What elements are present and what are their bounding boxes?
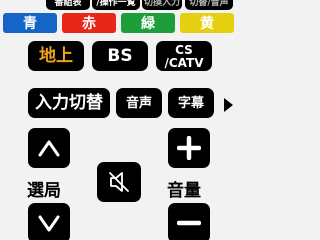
green-key[interactable]: 緑 [121, 13, 175, 33]
program-guide-label: 番組表 [54, 0, 82, 8]
red-key[interactable]: 赤 [62, 13, 116, 33]
bs-button[interactable]: BS [92, 41, 148, 71]
input-switch-small-button[interactable]: 切換入力 [142, 0, 182, 10]
terrestrial-label: 地上 [39, 45, 73, 66]
green-key-label: 緑 [141, 16, 155, 32]
subtitles-label: 字幕 [177, 95, 204, 111]
mute-icon [109, 172, 129, 192]
blue-key-label: 青 [23, 16, 37, 32]
operation-list-button[interactable]: /操作一覧 [92, 0, 140, 10]
program-guide-button[interactable]: 番組表 [46, 0, 90, 10]
catv-label: /CATV [164, 55, 204, 70]
input-switch-button[interactable]: 入力切替 [28, 88, 110, 118]
surround-label: 切替/音声 [189, 0, 229, 8]
volume-down-button[interactable] [168, 203, 210, 240]
cs-catv-button[interactable]: CS /CATV [156, 41, 212, 71]
bs-label: BS [107, 45, 133, 66]
terrestrial-button[interactable]: 地上 [28, 41, 84, 71]
plus-icon [177, 136, 201, 160]
subtitles-button[interactable]: 字幕 [168, 88, 214, 118]
audio-button[interactable]: 音声 [116, 88, 162, 118]
blue-key[interactable]: 青 [3, 13, 57, 33]
volume-up-button[interactable] [168, 128, 210, 168]
channel-down-button[interactable] [28, 203, 70, 240]
audio-label: 音声 [125, 95, 152, 111]
input-switch-label: 入力切替 [35, 92, 103, 113]
next-page-arrow-icon[interactable] [224, 98, 233, 112]
mute-button[interactable] [97, 162, 141, 202]
remote-screen: 番組表 /操作一覧 切換入力 切替/音声 青 赤 緑 黄 地上 BS CS /C… [0, 0, 240, 240]
channel-up-button[interactable] [28, 128, 70, 168]
chevron-down-icon [38, 215, 60, 232]
red-key-label: 赤 [82, 16, 96, 32]
operation-list-label: /操作一覧 [96, 0, 136, 8]
surround-button[interactable]: 切替/音声 [185, 0, 233, 10]
yellow-key-label: 黄 [200, 16, 214, 32]
volume-label: 音量 [167, 181, 201, 201]
channel-label: 選局 [27, 181, 61, 201]
yellow-key[interactable]: 黄 [180, 13, 234, 33]
input-switch-small-label: 切換入力 [143, 0, 180, 8]
minus-icon [177, 220, 201, 226]
cs-label: CS [175, 42, 193, 57]
chevron-up-icon [38, 140, 60, 157]
